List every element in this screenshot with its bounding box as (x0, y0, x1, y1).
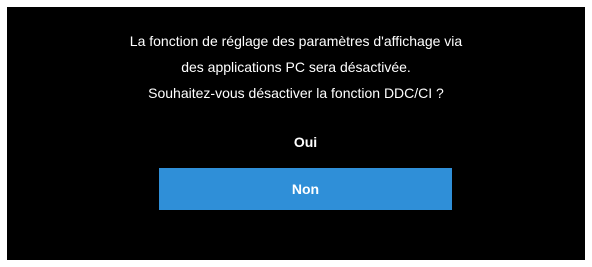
no-option-selected[interactable]: Non (159, 168, 452, 210)
dialog-message: La fonction de réglage des paramètres d'… (7, 28, 585, 106)
message-line-2: des applications PC sera désactivée. (181, 59, 411, 75)
yes-option[interactable]: Oui (159, 129, 452, 155)
ddc-ci-confirm-dialog: La fonction de réglage des paramètres d'… (7, 7, 585, 260)
message-line-1: La fonction de réglage des paramètres d'… (129, 33, 463, 49)
message-line-3: Souhaitez-vous désactiver la fonction DD… (148, 85, 444, 101)
